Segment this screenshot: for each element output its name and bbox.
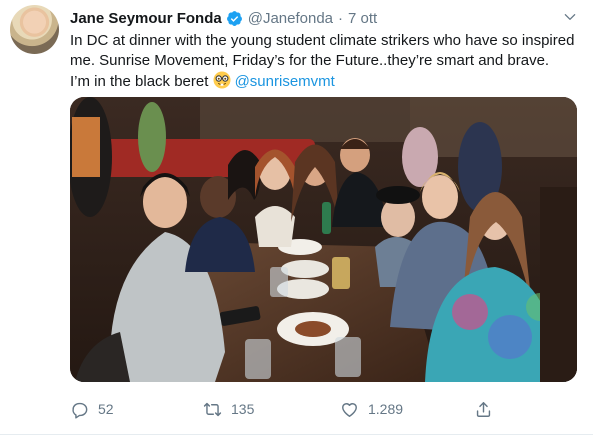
reply-icon [72,402,88,419]
tweet-text-line: In DC at dinner with the young student c… [70,32,575,49]
tweet[interactable]: Jane Seymour Fonda @Janefonda · 7 ott In… [0,0,593,435]
share-icon [476,401,491,417]
dinner-photo-image [70,97,577,382]
tweet-header: Jane Seymour Fonda @Janefonda · 7 ott [70,8,377,28]
tweet-text: In DC at dinner with the young student c… [70,31,585,92]
reply-count: 52 [98,401,114,417]
chevron-down-icon[interactable] [563,10,577,24]
like-button[interactable]: 1.289 [340,397,403,421]
verified-icon [226,10,242,26]
retweet-icon [203,402,222,416]
share-button[interactable] [474,397,502,421]
reply-button[interactable]: 52 [70,397,114,421]
mention-link[interactable]: @sunrisemvmt [235,73,335,90]
tweet-text-line: me. Sunrise Movement, Friday’s for the F… [70,52,550,69]
retweet-count: 135 [231,401,255,417]
author-handle[interactable]: @Janefonda [248,10,333,27]
like-count: 1.289 [368,401,404,417]
nerd-face-emoji-icon [213,71,231,89]
tweet-text-segment: I’m in the black beret [70,73,209,90]
tweet-actions: 52 135 1.289 [70,397,530,421]
tweet-photo[interactable] [70,97,577,382]
like-icon [342,402,357,417]
separator-dot: · [338,9,344,27]
tweet-text-line: I’m in the black beret @sunrisemvmt [70,71,585,92]
avatar[interactable] [10,5,59,54]
retweet-button[interactable]: 135 [203,397,254,421]
tweet-date[interactable]: 7 ott [348,10,377,27]
author-name[interactable]: Jane Seymour Fonda [70,10,222,27]
